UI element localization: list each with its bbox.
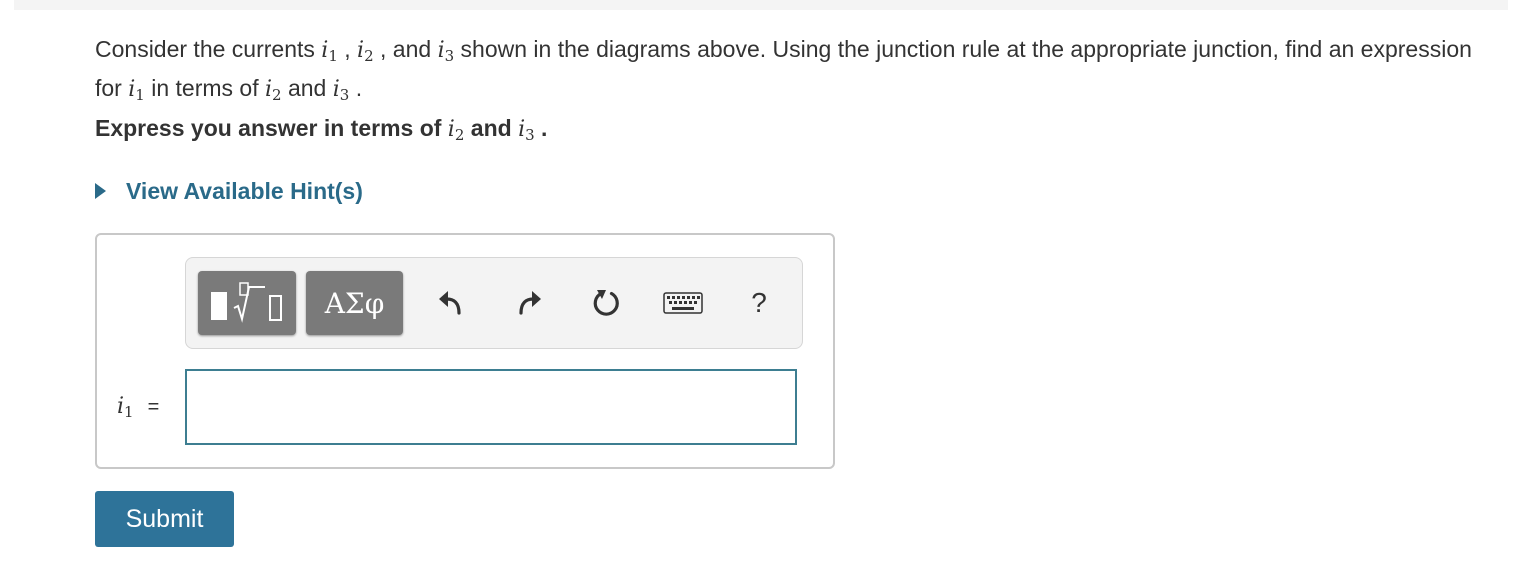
instruction-text-part: . (534, 115, 548, 141)
expand-triangle-icon (95, 183, 106, 199)
var-subscript: 3 (444, 47, 455, 65)
var-letter: i (117, 394, 125, 419)
view-hints-label: View Available Hint(s) (126, 177, 363, 204)
greek-symbols-button[interactable]: ΑΣφ (306, 271, 403, 335)
question-text-part: in terms of (144, 75, 265, 101)
help-button[interactable]: ? (742, 286, 776, 320)
var-letter: i (264, 77, 273, 102)
equals-sign: = (147, 396, 160, 418)
math-var: i2 (357, 38, 374, 65)
var-letter: i (447, 117, 455, 142)
var-subscript: 3 (339, 86, 350, 104)
undo-icon (439, 291, 461, 315)
question-text: Consider the currents i1 , i2 , and i3 s… (95, 33, 1505, 111)
math-var: i3 (437, 38, 455, 65)
math-var: i2 (264, 77, 282, 104)
undo-button[interactable] (434, 286, 468, 320)
var-subscript: 1 (328, 47, 338, 65)
submit-button[interactable]: Submit (95, 491, 234, 547)
templates-icon (211, 282, 282, 323)
question-text-part: Consider the currents (95, 36, 322, 62)
var-letter: i (332, 77, 340, 102)
math-var: i3 (518, 117, 535, 144)
var-subscript: 2 (454, 126, 465, 144)
redo-icon (519, 291, 541, 315)
answer-variable-label: i1 = (117, 393, 159, 421)
instruction-text-part: and (464, 115, 519, 141)
math-toolbar: ΑΣφ ? (185, 257, 803, 349)
instruction-text-part: Express you answer in terms of (95, 115, 448, 141)
answer-input-wrapper (185, 369, 797, 445)
var-subscript: 2 (364, 47, 374, 65)
reset-icon (593, 290, 619, 316)
var-subscript: 2 (272, 86, 282, 104)
answer-panel: ΑΣφ ? i1 = (95, 233, 835, 469)
question-text-part: , (337, 36, 358, 62)
templates-button[interactable] (198, 271, 296, 335)
view-hints-toggle[interactable]: View Available Hint(s) (95, 176, 363, 206)
math-var: i3 (332, 77, 350, 104)
help-label: ? (751, 287, 767, 318)
greek-symbols-label: ΑΣφ (324, 286, 385, 320)
math-var: i2 (447, 117, 465, 144)
redo-button[interactable] (512, 286, 546, 320)
keyboard-button[interactable] (662, 286, 704, 320)
var-subscript: 1 (135, 86, 145, 104)
reset-button[interactable] (590, 286, 624, 320)
math-var: i1 (128, 77, 145, 104)
math-var: i1 (117, 394, 134, 421)
answer-instruction: Express you answer in terms of i2 and i3… (95, 115, 547, 144)
var-subscript: 1 (124, 403, 134, 421)
question-text-part: . (349, 75, 363, 101)
question-text-part: , and (373, 36, 438, 62)
answer-input[interactable] (187, 371, 795, 443)
math-var: i1 (321, 38, 338, 65)
top-bar (14, 0, 1508, 10)
var-subscript: 3 (525, 126, 535, 144)
question-text-part: and (281, 75, 333, 101)
keyboard-icon (663, 292, 703, 314)
var-letter: i (437, 38, 445, 63)
